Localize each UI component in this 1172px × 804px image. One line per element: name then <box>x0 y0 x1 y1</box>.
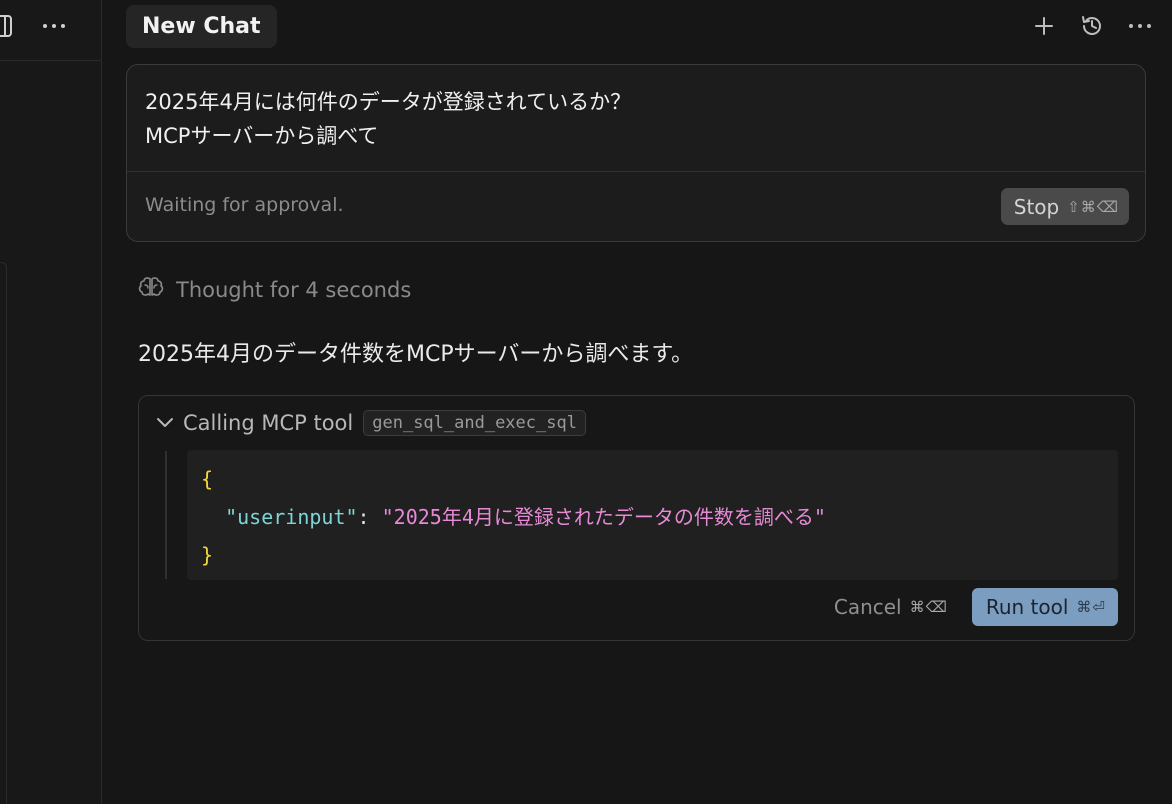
stop-button-label: Stop <box>1013 194 1060 219</box>
chat-tab-title[interactable]: New Chat <box>126 5 277 48</box>
sidebar-topbar <box>0 0 101 61</box>
sidebar <box>0 0 102 804</box>
stop-button[interactable]: Stop ⇧⌘⌫ <box>1000 188 1129 225</box>
user-message-text[interactable]: 2025年4月には何件のデータが登録されているか？ MCPサーバーから調べて <box>145 85 631 153</box>
json-key: "userinput" <box>225 505 358 529</box>
json-open-brace: { <box>201 467 214 491</box>
stop-shortcut: ⇧⌘⌫ <box>1067 197 1119 216</box>
thought-summary[interactable]: Thought for 4 seconds <box>138 276 411 303</box>
tool-call-header[interactable]: Calling MCP tool gen_sql_and_exec_sql <box>155 410 586 436</box>
user-message-card: 2025年4月には何件のデータが登録されているか？ MCPサーバーから調べて W… <box>126 64 1146 242</box>
brain-icon <box>138 276 164 303</box>
new-chat-icon[interactable] <box>1030 10 1058 42</box>
approval-status: Waiting for approval. <box>145 194 344 216</box>
message-divider <box>127 171 1145 172</box>
assistant-reply: 2025年4月のデータ件数をMCPサーバーから調べます。 <box>138 342 694 367</box>
chat-pane: New Chat 2025年4月には何件のデータが登録されているか？ MCPサー… <box>102 0 1172 804</box>
tool-args-rail <box>165 451 167 579</box>
tool-name-badge: gen_sql_and_exec_sql <box>363 410 586 436</box>
chevron-down-icon <box>155 411 175 435</box>
json-value: "2025年4月に登録されたデータの件数を調べる" <box>381 505 826 529</box>
run-tool-button[interactable]: Run tool ⌘⏎ <box>971 588 1118 626</box>
json-close-brace: } <box>201 543 214 567</box>
thought-label: Thought for 4 seconds <box>176 277 412 302</box>
app-window: New Chat 2025年4月には何件のデータが登録されているか？ MCPサー… <box>0 0 1172 804</box>
run-tool-shortcut: ⌘⏎ <box>1076 598 1106 616</box>
tool-call-card: Calling MCP tool gen_sql_and_exec_sql { … <box>138 395 1135 641</box>
tool-actions: Cancel ⌘⌫ Run tool ⌘⏎ <box>834 588 1118 626</box>
run-tool-button-label: Run tool <box>985 595 1069 619</box>
cancel-shortcut: ⌘⌫ <box>909 598 948 616</box>
tool-call-label: Calling MCP tool <box>183 411 354 435</box>
sidebar-panel-edge <box>0 262 7 804</box>
cancel-button-label: Cancel <box>833 595 902 619</box>
json-colon: : <box>357 505 370 529</box>
history-icon[interactable] <box>1078 10 1106 42</box>
sidebar-more-icon[interactable] <box>40 14 68 38</box>
tool-args-code: { "userinput": "2025年4月に登録されたデータの件数を調べる"… <box>187 450 1118 580</box>
header-actions <box>1030 10 1154 42</box>
toggle-panel-icon[interactable] <box>0 14 14 38</box>
cancel-button[interactable]: Cancel ⌘⌫ <box>834 595 948 619</box>
more-options-icon[interactable] <box>1126 10 1154 42</box>
